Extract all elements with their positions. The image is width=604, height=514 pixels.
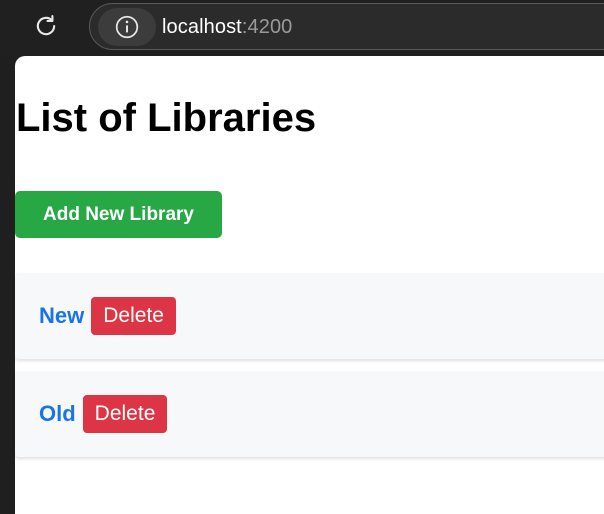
library-link[interactable]: Old <box>39 401 76 427</box>
delete-button[interactable]: Delete <box>82 395 168 433</box>
address-bar[interactable]: localhost:4200 <box>89 3 604 50</box>
url-text: localhost:4200 <box>162 16 292 39</box>
url-host: localhost <box>162 16 242 38</box>
site-info-icon[interactable] <box>98 8 156 46</box>
library-item: New Delete <box>15 273 604 359</box>
add-library-button[interactable]: Add New Library <box>15 191 222 238</box>
library-item: Old Delete <box>15 371 604 457</box>
browser-toolbar: localhost:4200 <box>0 0 604 56</box>
page-viewport: List of Libraries Add New Library New De… <box>15 56 604 514</box>
delete-button[interactable]: Delete <box>91 297 176 335</box>
url-port: :4200 <box>241 16 293 38</box>
page-title: List of Libraries <box>16 96 317 140</box>
reload-icon[interactable] <box>30 10 62 42</box>
library-link[interactable]: New <box>39 303 84 329</box>
